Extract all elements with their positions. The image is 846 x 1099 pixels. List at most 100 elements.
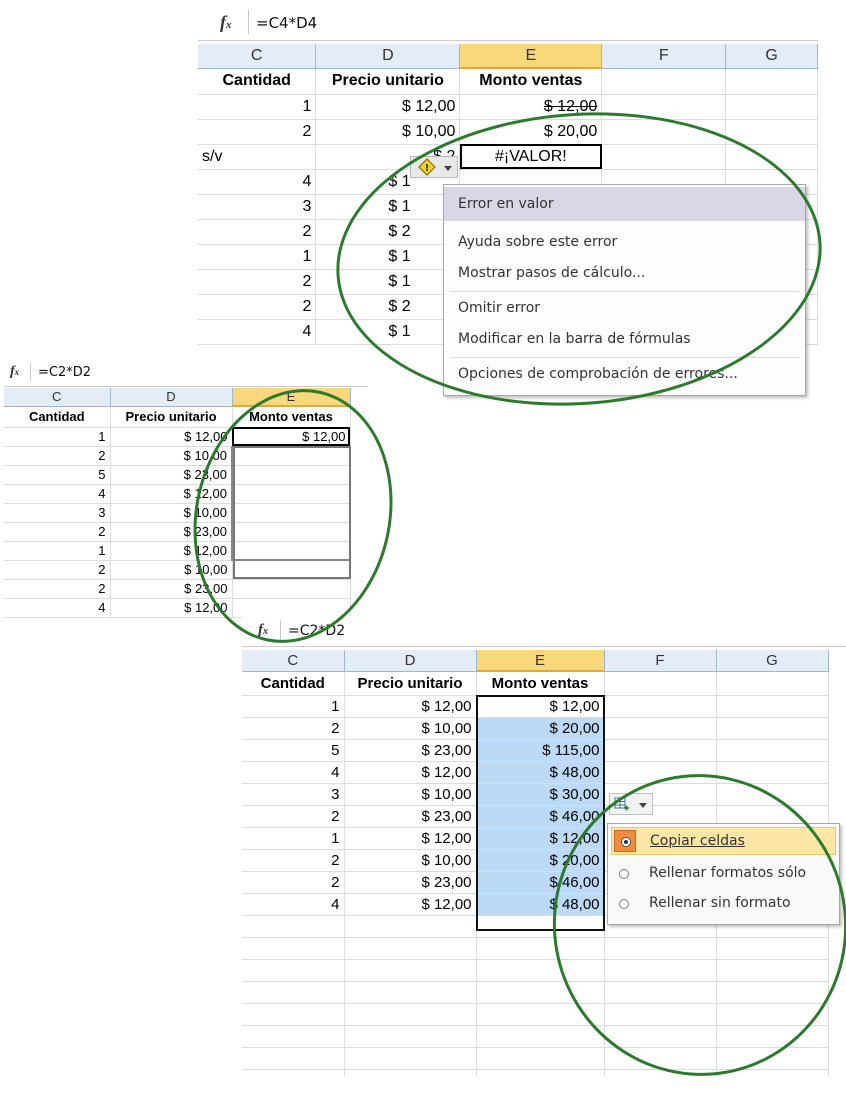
cell-cantidad[interactable]: 1 xyxy=(4,427,111,447)
cell-cantidad[interactable]: 1 xyxy=(242,695,345,718)
cell-monto[interactable]: $ 20,00 xyxy=(459,119,603,145)
cell[interactable] xyxy=(716,739,829,762)
autofill-option-rellenar-sin-formato[interactable]: Rellenar sin formato xyxy=(608,890,839,918)
error-smart-tag-button[interactable]: ! xyxy=(410,156,458,178)
cell[interactable] xyxy=(716,671,829,696)
cell-precio[interactable]: $ 2 xyxy=(315,219,461,245)
cell-cantidad[interactable]: 1 xyxy=(4,541,111,561)
header-precio-unitario[interactable]: Precio unitario xyxy=(110,406,233,428)
cell-cantidad[interactable]: 4 xyxy=(4,484,111,504)
cell-cantidad[interactable]: 2 xyxy=(198,219,317,245)
cell-monto[interactable] xyxy=(232,579,351,599)
cell-cantidad[interactable]: 2 xyxy=(242,871,345,894)
autofill-options-button[interactable] xyxy=(609,793,653,815)
header-monto-ventas[interactable]: Monto ventas xyxy=(476,671,605,696)
cell-cantidad[interactable]: 4 xyxy=(242,893,345,916)
cell[interactable] xyxy=(604,739,717,762)
cell-cantidad[interactable]: 1 xyxy=(242,827,345,850)
cell-cantidad[interactable]: 2 xyxy=(4,579,111,599)
cell[interactable] xyxy=(601,68,727,95)
cell-precio[interactable]: $ 23,00 xyxy=(344,739,477,762)
cell-cantidad[interactable]: 2 xyxy=(198,294,317,320)
fx-icon[interactable]: fx xyxy=(220,12,232,33)
cell-monto[interactable]: $ 12,00 xyxy=(459,94,603,120)
column-header-d[interactable]: D xyxy=(110,388,233,407)
cell[interactable] xyxy=(725,94,818,120)
menu-item-ayuda[interactable]: Ayuda sobre este error xyxy=(444,229,805,257)
cell-cantidad[interactable]: 2 xyxy=(198,269,317,295)
header-cantidad[interactable]: Cantidad xyxy=(242,671,345,696)
cell-cantidad[interactable]: 4 xyxy=(198,319,317,345)
formula-text[interactable]: =C4*D4 xyxy=(256,14,317,32)
cell-cantidad[interactable]: 4 xyxy=(242,761,345,784)
cell-cantidad[interactable]: 3 xyxy=(198,194,317,220)
cell-cantidad[interactable]: 2 xyxy=(198,119,317,145)
cell-precio[interactable]: $ 12,00 xyxy=(315,94,461,120)
header-precio-unitario[interactable]: Precio unitario xyxy=(344,671,477,696)
cell-precio[interactable]: $ 1 xyxy=(315,244,461,270)
cell-cantidad[interactable]: 4 xyxy=(4,598,111,618)
cell-precio[interactable]: $ 23,00 xyxy=(110,465,233,485)
cell-precio[interactable]: $ 12,00 xyxy=(344,695,477,718)
cell-precio[interactable]: $ 10,00 xyxy=(344,849,477,872)
cell-precio[interactable]: $ 10,00 xyxy=(315,119,461,145)
cell-cantidad[interactable]: 2 xyxy=(4,446,111,466)
cell-cantidad[interactable]: 4 xyxy=(198,169,317,195)
cell-cantidad[interactable]: 5 xyxy=(4,465,111,485)
cell-precio[interactable]: $ 12,00 xyxy=(110,598,233,618)
cell-precio[interactable]: $ 1 xyxy=(315,194,461,220)
cell-precio[interactable]: $ 12,00 xyxy=(344,893,477,916)
menu-item-mostrar-pasos[interactable]: Mostrar pasos de cálculo... xyxy=(444,260,805,288)
cell-cantidad[interactable]: 3 xyxy=(4,503,111,523)
cell-cantidad[interactable]: 5 xyxy=(242,739,345,762)
header-cantidad[interactable]: Cantidad xyxy=(198,68,317,95)
cell-precio[interactable]: $ 12,00 xyxy=(110,484,233,504)
cell-monto[interactable]: $ 12,00 xyxy=(232,427,351,447)
cell-precio[interactable]: $ 10,00 xyxy=(110,560,233,580)
cell-precio[interactable]: $ 12,00 xyxy=(344,827,477,850)
formula-text[interactable]: =C2*D2 xyxy=(288,623,345,639)
formula-text[interactable]: =C2*D2 xyxy=(38,365,91,380)
menu-item-opciones-comprobacion[interactable]: Opciones de comprobación de errores... xyxy=(444,361,805,389)
column-header-d[interactable]: D xyxy=(315,44,461,69)
cell-precio[interactable]: $ 1 xyxy=(315,319,461,345)
cell[interactable] xyxy=(725,144,818,170)
menu-item-omitir-error[interactable]: Omitir error xyxy=(444,295,805,323)
column-header-g[interactable]: G xyxy=(725,44,818,69)
cell-cantidad[interactable]: 2 xyxy=(242,805,345,828)
column-header-f[interactable]: F xyxy=(601,44,727,69)
header-precio-unitario[interactable]: Precio unitario xyxy=(315,68,461,95)
cell-precio[interactable]: $ 23,00 xyxy=(344,871,477,894)
column-header-c[interactable]: C xyxy=(242,650,345,672)
cell[interactable] xyxy=(604,695,717,718)
cell-cantidad[interactable]: 1 xyxy=(198,94,317,120)
menu-item-modificar-barra[interactable]: Modificar en la barra de fórmulas xyxy=(444,326,805,354)
fx-icon[interactable]: fx xyxy=(10,364,19,380)
header-monto-ventas[interactable]: Monto ventas xyxy=(232,406,351,428)
cell[interactable] xyxy=(604,717,717,740)
column-header-f[interactable]: F xyxy=(604,650,717,672)
cell-cantidad[interactable]: s/v xyxy=(198,144,317,170)
cell-monto[interactable] xyxy=(232,598,351,618)
cell-cantidad[interactable]: 2 xyxy=(242,717,345,740)
cell[interactable] xyxy=(716,783,829,806)
cell-precio[interactable]: $ 10,00 xyxy=(110,503,233,523)
cell[interactable] xyxy=(601,144,727,170)
cell-monto-error[interactable]: #¡VALOR! xyxy=(459,144,603,170)
column-header-e[interactable]: E xyxy=(476,650,605,672)
cell[interactable] xyxy=(725,119,818,145)
cell-precio[interactable]: $ 12,00 xyxy=(110,427,233,447)
cell-precio[interactable]: $ 12,00 xyxy=(110,541,233,561)
cell-precio[interactable]: $ 12,00 xyxy=(344,761,477,784)
cell-precio[interactable]: $ 1 xyxy=(315,269,461,295)
cell[interactable] xyxy=(601,119,727,145)
header-cantidad[interactable]: Cantidad xyxy=(4,406,111,428)
autofill-option-rellenar-formatos[interactable]: Rellenar formatos sólo xyxy=(608,860,839,888)
column-header-c[interactable]: C xyxy=(4,388,111,407)
cell[interactable] xyxy=(716,717,829,740)
cell-precio[interactable]: $ 23,00 xyxy=(344,805,477,828)
cell-cantidad[interactable]: 2 xyxy=(4,560,111,580)
column-header-e[interactable]: E xyxy=(232,388,351,407)
fx-icon[interactable]: fx xyxy=(258,622,268,639)
column-header-c[interactable]: C xyxy=(198,44,317,69)
